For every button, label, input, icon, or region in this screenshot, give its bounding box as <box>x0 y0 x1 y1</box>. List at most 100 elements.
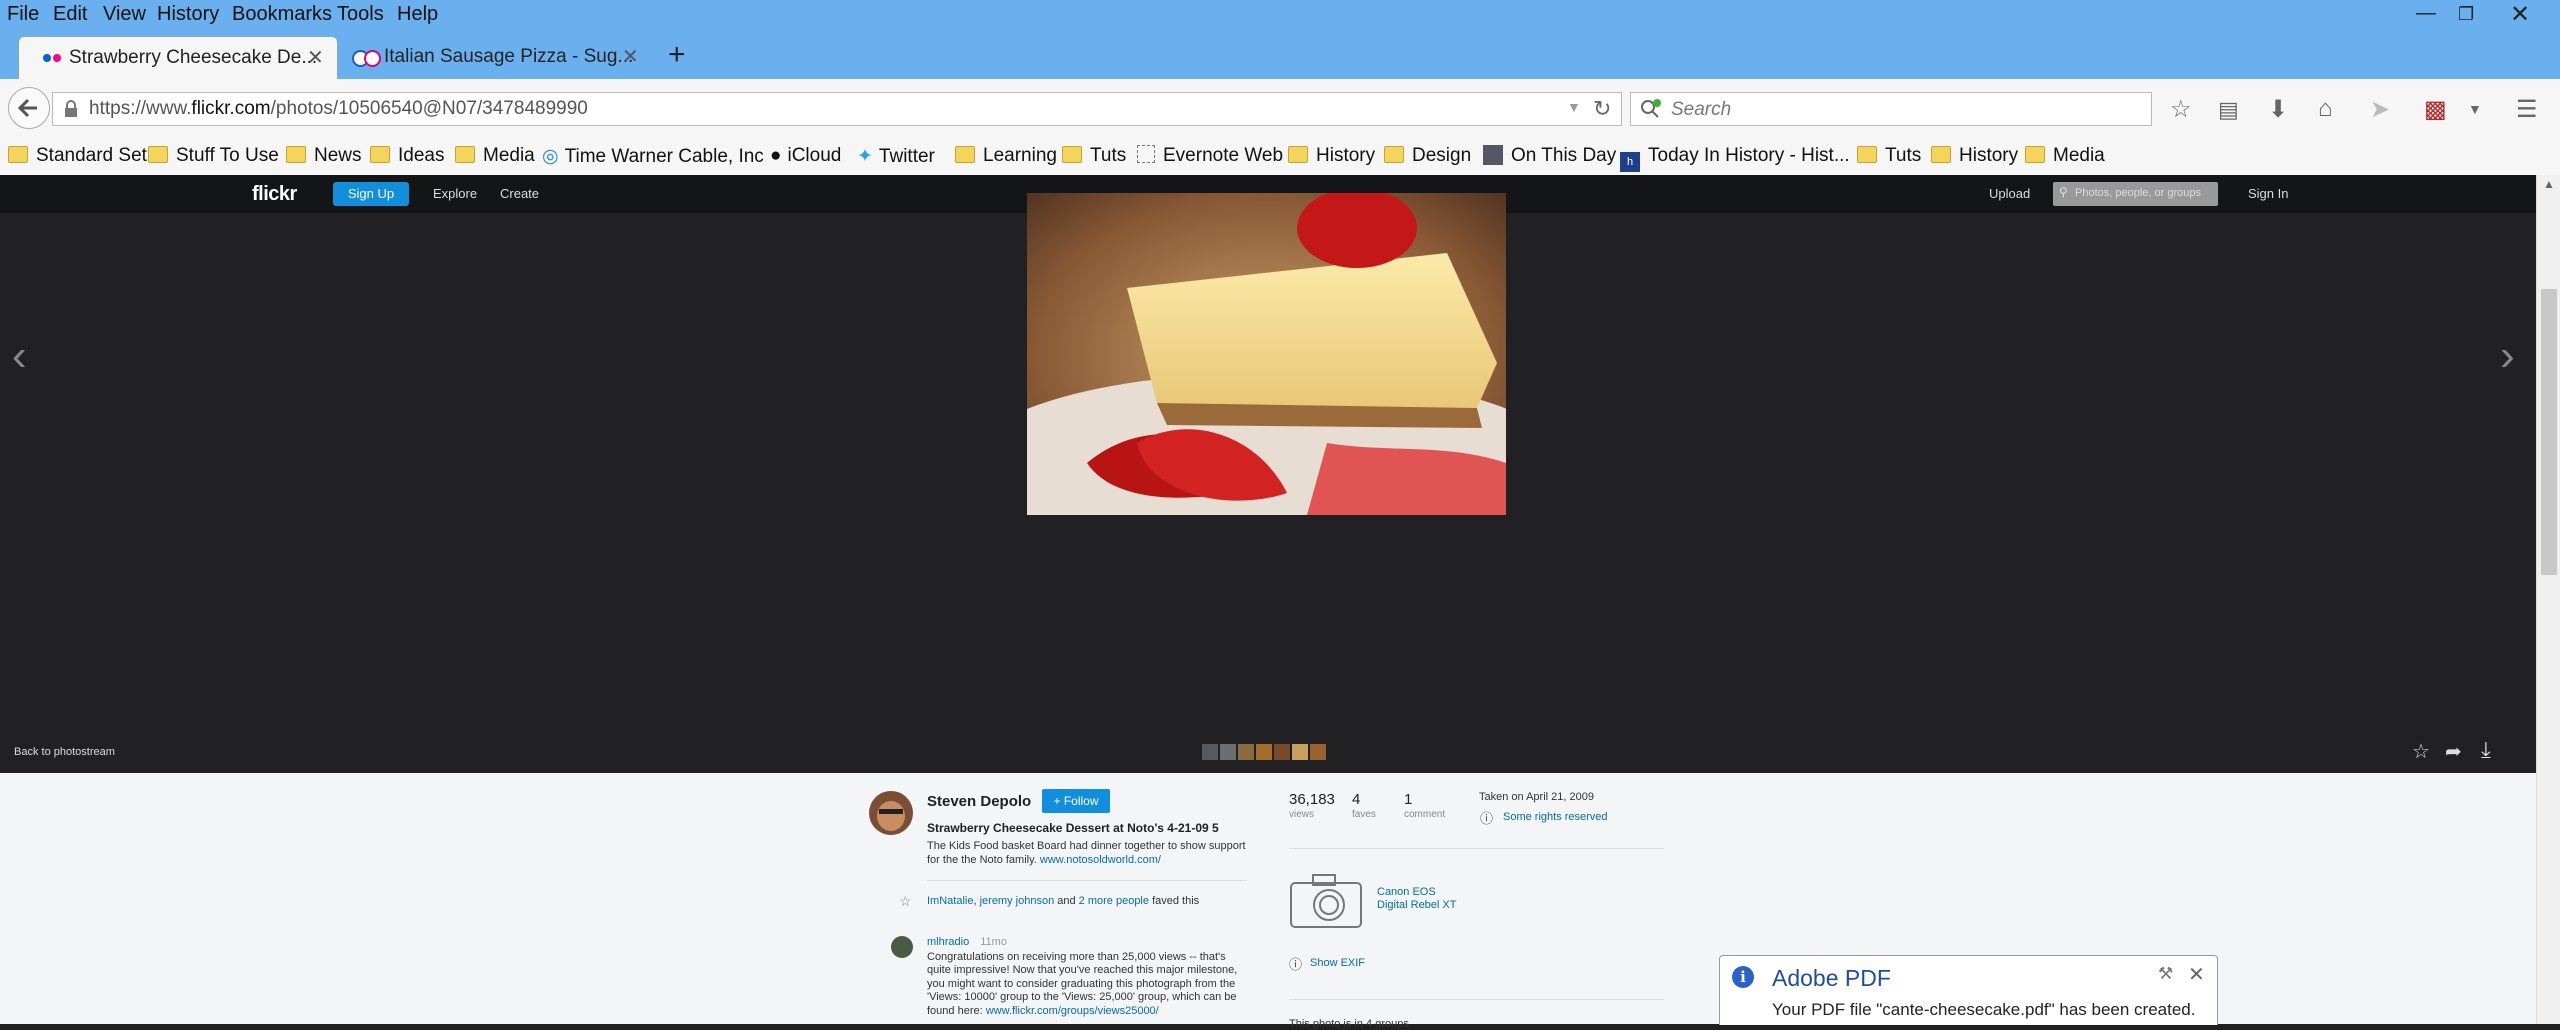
close-tab-icon[interactable]: ✕ <box>307 45 324 70</box>
bookmark-history-2[interactable]: History <box>1931 145 2018 167</box>
menu-file[interactable]: File <box>7 3 39 26</box>
comment-line: quite impressive! Now that you've reache… <box>927 964 1238 976</box>
bookmark-tuts-2[interactable]: Tuts <box>1857 145 1921 167</box>
upload-link[interactable]: Upload <box>1989 186 2030 201</box>
bookmark-tuts[interactable]: Tuts <box>1062 145 1126 167</box>
url-bar[interactable]: https://www.flickr.com/photos/10506540@N… <box>52 92 1622 126</box>
flickr-search-input[interactable]: ⚲ Photos, people, or groups <box>2053 182 2218 206</box>
bookmark-time-warner-cable[interactable]: ◎ Time Warner Cable, Inc <box>542 145 764 168</box>
tab-strawberry-cheesecake[interactable]: Strawberry Cheesecake De... ✕ <box>18 36 338 79</box>
commenter-avatar[interactable] <box>891 936 913 958</box>
bookmark-news[interactable]: News <box>286 145 362 167</box>
follow-button[interactable]: + Follow <box>1042 789 1110 813</box>
previous-photo-arrow-icon[interactable]: ‹ <box>12 331 27 381</box>
bookmark-today-in-history[interactable]: h Today In History - Hist... <box>1620 145 1850 172</box>
comment-header: mlhradio 11mo <box>927 936 1007 948</box>
adobe-pdf-icon[interactable]: ▩ <box>2424 95 2447 124</box>
search-bar[interactable]: Search <box>1630 92 2152 126</box>
thumbnail[interactable] <box>1256 744 1272 760</box>
group-link[interactable]: www.flickr.com/groups/views25000/ <box>986 1005 1159 1017</box>
bookmark-media[interactable]: Media <box>455 145 535 167</box>
camera-make-link[interactable]: Canon EOS <box>1377 886 1436 898</box>
bookmark-icloud[interactable]: ● iCloud <box>770 145 841 167</box>
close-tab-icon[interactable]: ✕ <box>622 44 639 69</box>
reading-list-icon[interactable]: ▤ <box>2218 97 2239 123</box>
tab-italian-sausage-pizza[interactable]: Italian Sausage Pizza - Sug... ✕ <box>340 36 650 78</box>
explore-link[interactable]: Explore <box>433 186 477 201</box>
reload-icon[interactable]: ↻ <box>1593 96 1611 122</box>
show-exif-link[interactable]: Show EXIF <box>1310 957 1365 969</box>
bookmark-design[interactable]: Design <box>1384 145 1471 167</box>
thumbnail[interactable] <box>1202 744 1218 760</box>
wrench-icon[interactable]: ⚒ <box>2158 964 2173 984</box>
menu-edit[interactable]: Edit <box>53 3 87 26</box>
bookmark-learning[interactable]: Learning <box>955 145 1057 167</box>
thumbnail[interactable] <box>1238 744 1254 760</box>
apple-icon: ● <box>770 145 782 166</box>
adobe-pdf-notification: i Adobe PDF ⚒ ✕ Your PDF file "cante-che… <box>1719 955 2218 1025</box>
menu-view[interactable]: View <box>103 3 146 26</box>
scrollbar-thumb[interactable] <box>2541 289 2557 575</box>
taken-date: Taken on April 21, 2009 <box>1479 791 1594 803</box>
close-notification-icon[interactable]: ✕ <box>2188 962 2205 987</box>
next-photo-arrow-icon[interactable]: › <box>2500 331 2515 381</box>
thumbnail[interactable] <box>1220 744 1236 760</box>
menu-help[interactable]: Help <box>397 3 438 26</box>
bookmark-star-icon[interactable]: ☆ <box>2170 95 2192 124</box>
camera-model-link[interactable]: Digital Rebel XT <box>1377 899 1456 911</box>
send-icon[interactable]: ➤ <box>2370 95 2390 124</box>
bookmark-standard-set[interactable]: Standard Set <box>8 145 147 167</box>
twitter-icon: ✦ <box>857 146 873 167</box>
minimize-icon[interactable]: — <box>2416 2 2436 25</box>
description-link[interactable]: www.notosoldworld.com/ <box>1040 854 1161 866</box>
back-to-photostream-link[interactable]: Back to photostream <box>14 746 115 758</box>
thumbnail[interactable] <box>1310 744 1326 760</box>
bookmark-history[interactable]: History <box>1288 145 1375 167</box>
hamburger-menu-icon[interactable]: ☰ <box>2516 95 2538 124</box>
faver-link[interactable]: jeremy johnson <box>980 895 1055 907</box>
new-tab-icon[interactable]: + <box>668 38 686 72</box>
faver-link[interactable]: ImNatalie <box>927 895 973 907</box>
comments-count: 1 <box>1404 791 1413 808</box>
share-icon[interactable]: ➦ <box>2445 739 2462 764</box>
thumbnail[interactable] <box>1274 744 1290 760</box>
fave-star-icon[interactable]: ☆ <box>2412 739 2430 764</box>
cheesecake-photo[interactable] <box>1027 193 1506 515</box>
url-text: https://www.flickr.com/photos/10506540@N… <box>89 98 588 119</box>
menu-history[interactable]: History <box>157 3 219 26</box>
photostream-thumbnails <box>1202 744 1330 760</box>
flickr-logo[interactable]: flickr <box>252 183 297 206</box>
folder-icon <box>1062 146 1082 163</box>
download-icon[interactable]: ⤓ <box>2481 737 2491 763</box>
sign-in-link[interactable]: Sign In <box>2248 186 2288 201</box>
avatar[interactable] <box>869 791 913 835</box>
back-button[interactable] <box>8 87 50 129</box>
back-arrow-icon <box>17 98 37 118</box>
bookmark-stuff-to-use[interactable]: Stuff To Use <box>148 145 279 167</box>
dropdown-icon[interactable]: ▼ <box>2468 101 2482 117</box>
bookmark-evernote-web[interactable]: Evernote Web <box>1137 145 1283 167</box>
dropdown-icon[interactable]: ▼ <box>1567 99 1581 115</box>
download-icon[interactable]: ⬇ <box>2268 95 2288 124</box>
menu-bookmarks[interactable]: Bookmarks <box>232 3 332 26</box>
menu-bar: File Edit View History Bookmarks Tools H… <box>0 0 2560 32</box>
flickr-favicon-icon <box>41 51 65 65</box>
tab-strip: Strawberry Cheesecake De... ✕ Italian Sa… <box>0 32 2560 79</box>
sign-up-button[interactable]: Sign Up <box>333 182 409 206</box>
bookmark-media-2[interactable]: Media <box>2025 145 2105 167</box>
author-name[interactable]: Steven Depolo <box>927 793 1031 810</box>
page-scrollbar[interactable]: ▲ <box>2536 175 2560 1024</box>
more-favers-link[interactable]: 2 more people <box>1079 895 1149 907</box>
create-link[interactable]: Create <box>500 186 539 201</box>
commenter-link[interactable]: mlhradio <box>927 936 969 948</box>
close-window-icon[interactable]: ✕ <box>2510 0 2530 29</box>
scroll-up-icon[interactable]: ▲ <box>2543 177 2555 191</box>
thumbnail[interactable] <box>1292 744 1308 760</box>
menu-tools[interactable]: Tools <box>337 3 384 26</box>
bookmark-twitter[interactable]: ✦ Twitter <box>857 145 935 168</box>
restore-icon[interactable]: ❐ <box>2458 4 2474 25</box>
license-link[interactable]: Some rights reserved <box>1503 811 1608 823</box>
bookmark-ideas[interactable]: Ideas <box>370 145 444 167</box>
bookmark-on-this-day[interactable]: On This Day <box>1483 145 1616 167</box>
home-icon[interactable]: ⌂ <box>2318 95 2333 123</box>
